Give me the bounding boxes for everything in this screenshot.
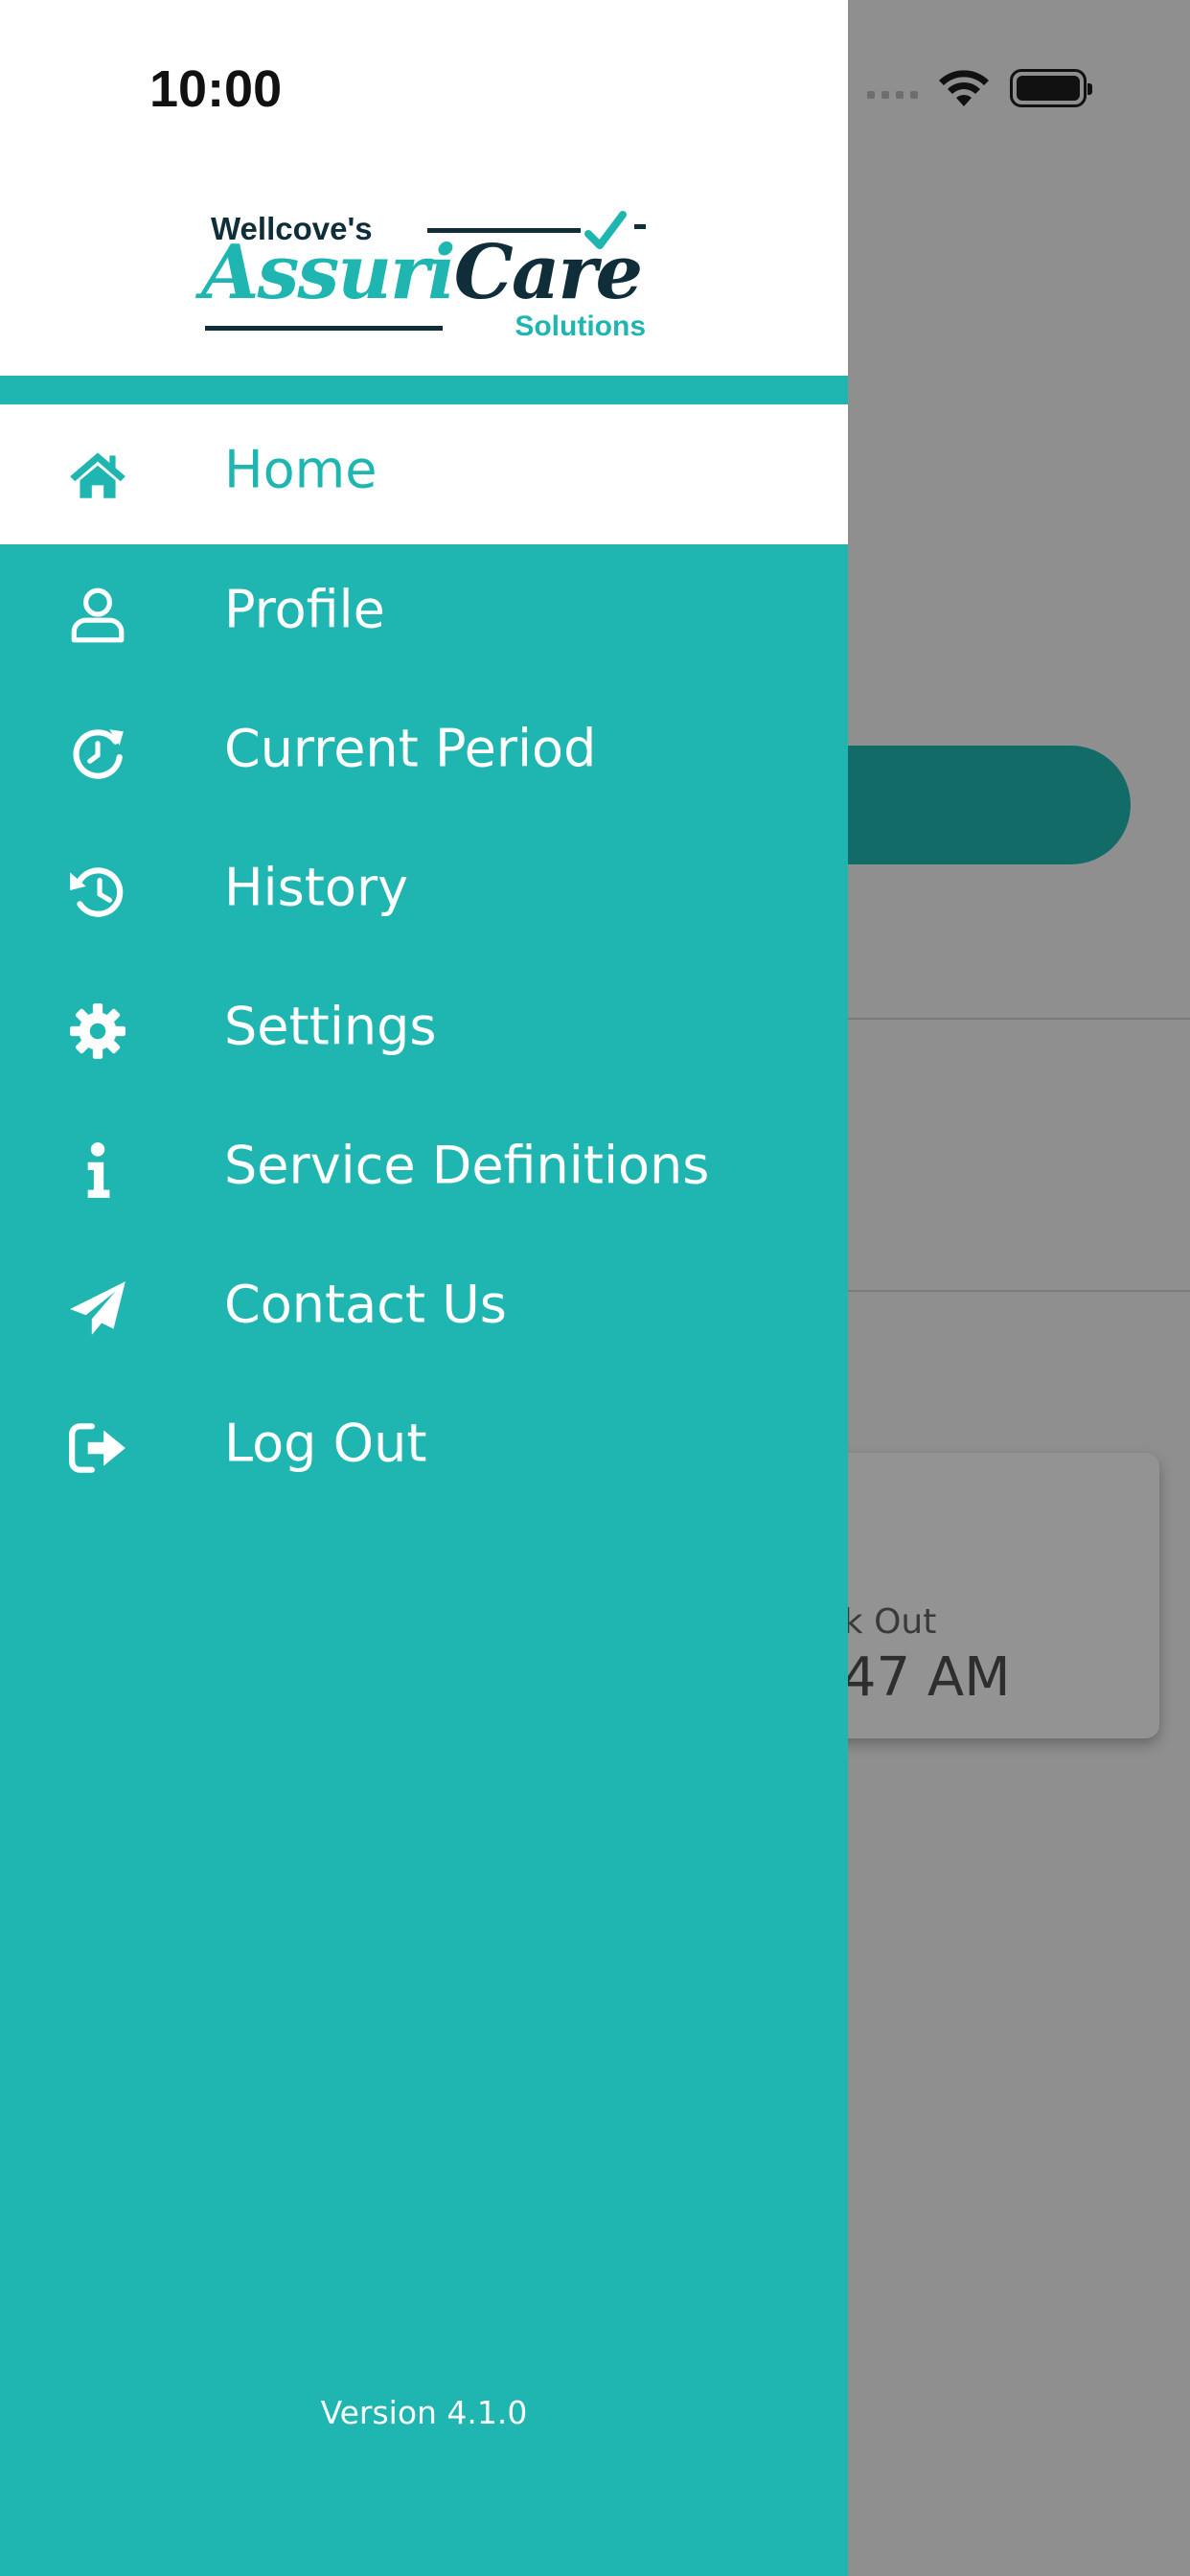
menu-item-log-out[interactable]: Log Out <box>0 1378 848 1517</box>
menu-item-label: Settings <box>224 995 437 1056</box>
menu-item-settings[interactable]: Settings <box>0 961 848 1100</box>
menu-item-service-definitions[interactable]: Service Definitions <box>0 1100 848 1239</box>
menu-item-current-period[interactable]: Current Period <box>0 683 848 822</box>
menu-item-label: Current Period <box>224 717 597 778</box>
menu-item-profile[interactable]: Profile <box>0 544 848 683</box>
menu-item-label: History <box>224 856 409 917</box>
logo-suffix: Solutions <box>515 310 646 342</box>
menu-item-label: Log Out <box>224 1412 427 1473</box>
home-icon <box>59 436 136 513</box>
navigation-drawer: 10:00 Wellcove's AssuriCare Solutions Ho… <box>0 0 848 2576</box>
drawer-menu: Home Profile Current Period History Sett… <box>0 404 848 1517</box>
status-time: 10:00 <box>149 60 283 118</box>
sign-out-icon <box>59 1410 136 1486</box>
divider <box>824 1018 1190 1020</box>
logo-rule <box>205 326 443 331</box>
logo-wordmark-part1: Assuri <box>201 229 456 316</box>
app-version: Version 4.1.0 <box>320 2394 528 2431</box>
logo-wordmark: AssuriCare <box>201 236 643 310</box>
menu-item-label: Service Definitions <box>224 1134 710 1195</box>
drawer-header: 10:00 Wellcove's AssuriCare Solutions <box>0 0 848 376</box>
menu-item-home[interactable]: Home <box>0 404 848 544</box>
assuricare-logo: Wellcove's AssuriCare Solutions <box>201 209 652 353</box>
cellular-signal-icon <box>867 78 918 99</box>
user-icon <box>59 576 136 653</box>
battery-icon <box>1010 69 1092 107</box>
divider <box>824 1290 1190 1292</box>
menu-item-history[interactable]: History <box>0 822 848 961</box>
history-icon <box>59 854 136 931</box>
logo-wordmark-part2: Care <box>453 229 643 316</box>
gear-icon <box>59 993 136 1070</box>
clock-out-time: :47 AM <box>824 1646 1011 1709</box>
menu-item-label: Contact Us <box>224 1273 507 1334</box>
menu-item-label: Home <box>224 439 378 500</box>
paper-plane-icon <box>59 1271 136 1347</box>
menu-item-label: Profile <box>224 578 385 639</box>
status-indicators <box>867 67 1092 109</box>
info-icon <box>59 1132 136 1208</box>
menu-item-contact-us[interactable]: Contact Us <box>0 1239 848 1378</box>
wifi-icon <box>939 70 989 106</box>
clock-refresh-icon <box>59 715 136 792</box>
